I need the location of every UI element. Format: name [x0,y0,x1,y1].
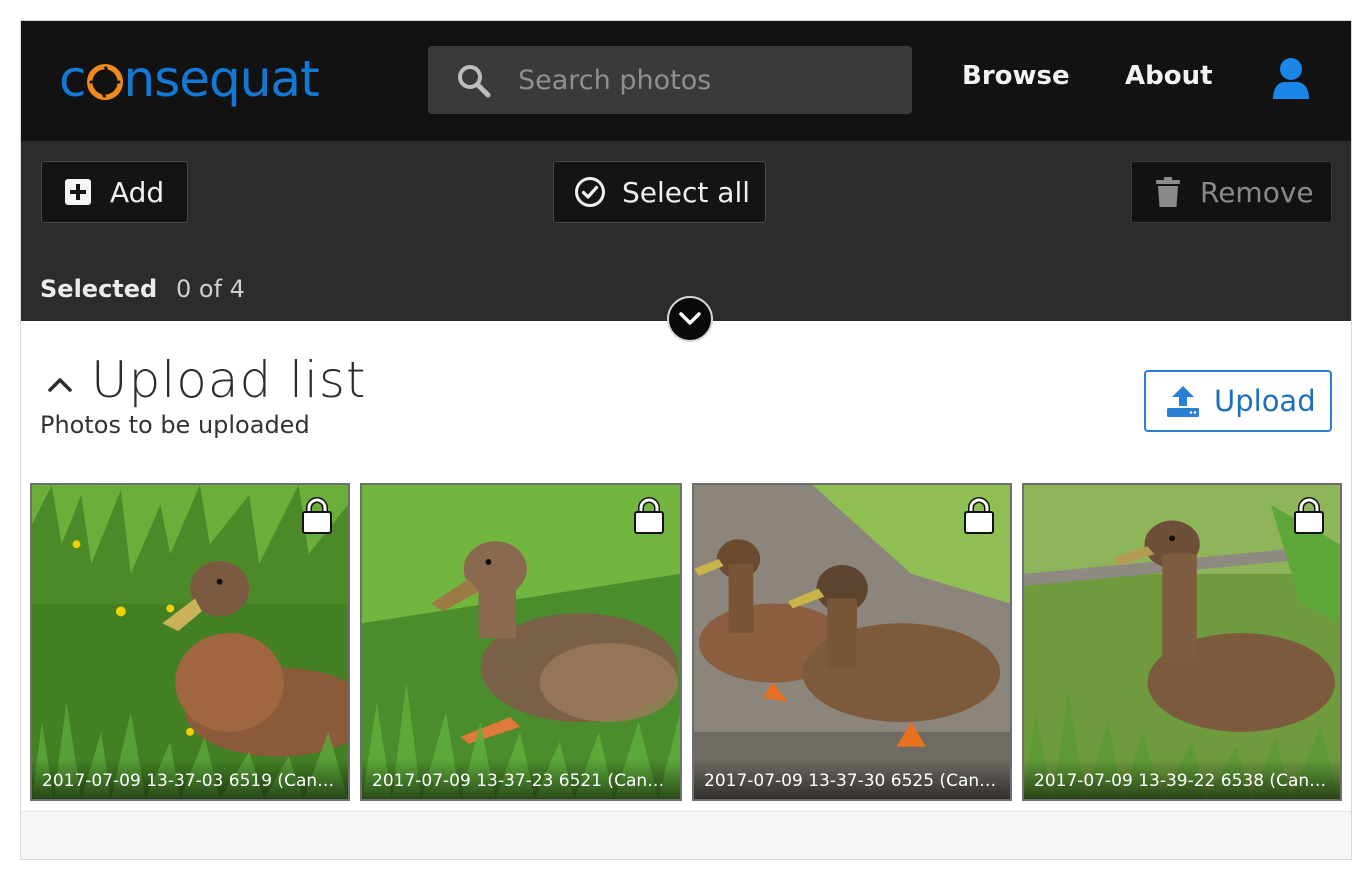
upload-icon [1167,386,1199,417]
add-button[interactable]: Add [41,161,188,223]
upload-button-label: Upload [1214,384,1316,418]
chevron-down-icon [679,312,701,325]
aperture-logo-icon [86,64,123,100]
expand-toolbar-toggle[interactable] [667,296,713,342]
photo-tile[interactable]: 2017-07-09 13-37-03 6519 (Canon EOS 5D M… [30,483,350,801]
photo-tile[interactable]: 2017-07-09 13-39-22 6538 (Canon EOS 5D M… [1022,483,1342,801]
photo-caption: 2017-07-09 13-39-22 6538 (Canon EOS 5D M… [1024,759,1340,799]
plus-square-icon [65,179,91,205]
remove-button[interactable]: Remove [1131,161,1332,223]
photo-tile[interactable]: 2017-07-09 13-37-30 6525 (Canon EOS 5D M… [692,483,1012,801]
app-window: c nsequat Browse About [20,20,1352,860]
select-all-label: Select all [622,175,750,209]
photo-caption: 2017-07-09 13-37-23 6521 (Canon EOS 5D M… [362,759,680,799]
check-circle-icon [575,177,605,207]
lock-icon [302,497,332,534]
search-icon[interactable] [456,63,492,99]
brand-logo[interactable]: c nsequat [59,49,320,109]
upload-list-subtitle: Photos to be uploaded [40,411,310,439]
select-all-button[interactable]: Select all [553,161,766,223]
nav-about-link[interactable]: About [1125,61,1213,91]
add-button-label: Add [110,175,165,209]
lock-icon [964,497,994,534]
upload-list-title: Upload list [91,351,367,409]
upload-list-header: Upload list Photos to be uploaded Upload [21,321,1351,481]
selected-count: 0 of 4 [176,275,245,303]
photo-caption: 2017-07-09 13-37-03 6519 (Canon EOS 5D M… [32,759,348,799]
search-box [428,46,912,114]
upload-button[interactable]: Upload [1144,370,1332,432]
footer-strip [21,811,1351,859]
user-account-icon[interactable] [1271,57,1311,101]
lock-icon [634,497,664,534]
search-input[interactable] [518,60,888,100]
chevron-up-icon[interactable] [45,369,75,399]
lock-icon [1294,497,1324,534]
trash-icon [1156,177,1180,207]
selected-label: Selected [40,275,158,303]
top-header: c nsequat Browse About [21,21,1351,141]
remove-label: Remove [1200,175,1314,209]
photo-caption: 2017-07-09 13-37-30 6525 (Canon EOS 5D M… [694,759,1010,799]
photo-grid: 2017-07-09 13-37-03 6519 (Canon EOS 5D M… [21,481,1351,811]
action-toolbar: Add Select all Remove Selected 0 of 4 [21,141,1351,321]
photo-tile[interactable]: 2017-07-09 13-37-23 6521 (Canon EOS 5D M… [360,483,682,801]
nav-browse-link[interactable]: Browse [962,61,1070,91]
